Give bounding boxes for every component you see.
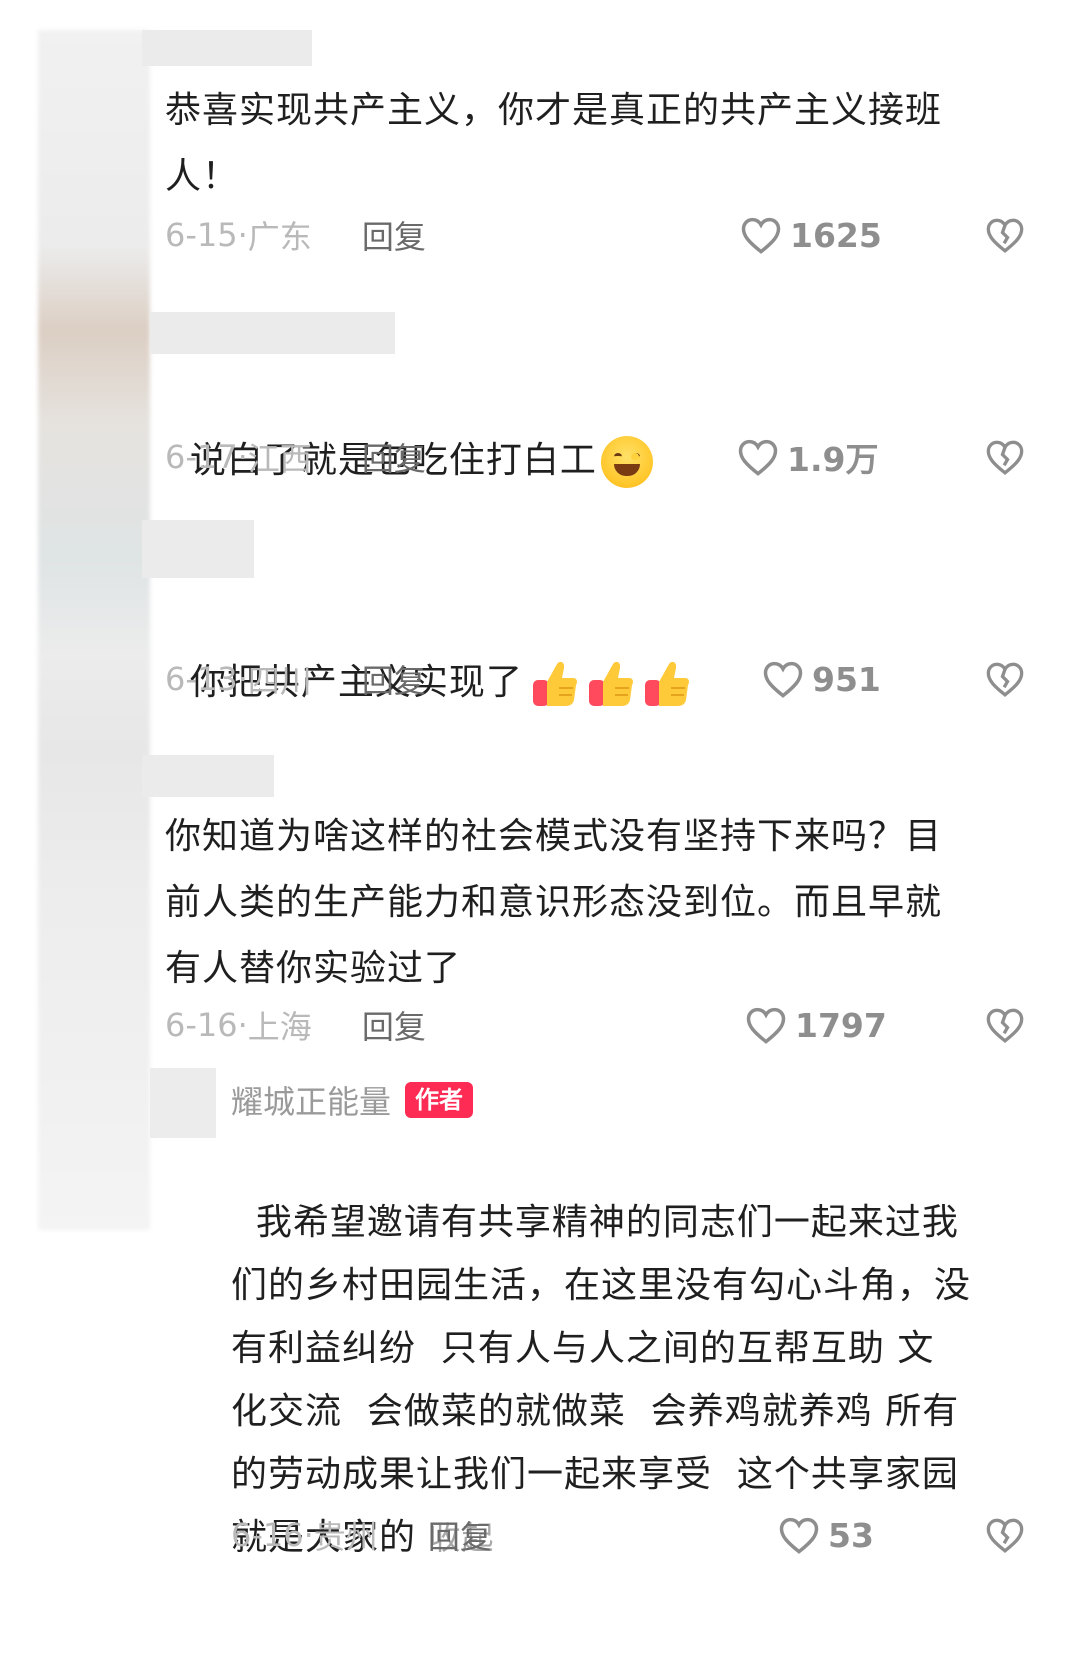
broken-heart-icon xyxy=(986,662,1024,697)
reply-button[interactable]: 回复 xyxy=(362,1002,426,1048)
reply-button[interactable]: 回复 xyxy=(428,1512,492,1558)
dislike-button[interactable] xyxy=(983,654,1027,704)
dot-separator: · xyxy=(237,216,248,254)
like-count: 1.9万 xyxy=(787,440,879,479)
dislike-button[interactable] xyxy=(983,432,1027,482)
comment-date: 6-13 xyxy=(165,660,238,698)
comment-meta: 6-15 · 广东 回复 xyxy=(165,210,426,260)
author-avatar[interactable] xyxy=(150,1068,216,1138)
comment-location: 江西 xyxy=(247,440,312,478)
comment-meta: 6-17 · 江西 回复 xyxy=(165,432,426,482)
commenter-name-blurred xyxy=(142,30,312,66)
heart-icon xyxy=(779,1517,819,1554)
commenter-name-blurred xyxy=(142,755,274,797)
thumbs-up-emoji xyxy=(585,658,635,710)
heart-icon xyxy=(738,439,778,476)
comment-meta: 6-16 · 上海 回复 xyxy=(165,1000,426,1050)
heart-icon xyxy=(741,217,781,254)
reply-button[interactable]: 回复 xyxy=(362,212,426,258)
like-button[interactable]: 951 xyxy=(762,654,881,704)
comment-location: 贵州 xyxy=(313,1518,378,1556)
like-count: 951 xyxy=(812,659,881,699)
author-reply-text: 我希望邀请有共享精神的同志们一起来过我们的乡村田园生活，在这里没有勾心斗角，没有… xyxy=(231,1128,971,1570)
comment-location: 广东 xyxy=(247,218,312,256)
heart-icon xyxy=(763,661,803,698)
dot-separator: · xyxy=(237,660,248,698)
comment-text: 恭喜实现共产主义，你才是真正的共产主义接班人！ xyxy=(165,90,943,197)
broken-heart-icon xyxy=(986,440,1024,475)
dot-separator: · xyxy=(237,438,248,476)
comment-location: 四川 xyxy=(247,662,312,700)
thumbs-up-emoji xyxy=(641,658,691,710)
like-button[interactable]: 1625 xyxy=(740,210,882,260)
author-name[interactable]: 耀城正能量 xyxy=(231,1077,391,1123)
broken-heart-icon xyxy=(986,1008,1024,1043)
comment-date: 6-16 xyxy=(165,1006,238,1044)
blurred-avatars xyxy=(38,30,150,1230)
like-count: 53 xyxy=(828,1515,874,1555)
like-button[interactable]: 1.9万 xyxy=(737,432,878,482)
author-name-row: 耀城正能量 作者 xyxy=(231,1077,474,1123)
dislike-button[interactable] xyxy=(983,1510,1027,1560)
comment-meta: 6-16 · 贵州 回复 xyxy=(231,1510,492,1560)
thumbs-up-emoji xyxy=(529,658,579,710)
dislike-button[interactable] xyxy=(983,1000,1027,1050)
reply-button[interactable]: 回复 xyxy=(362,656,426,702)
like-count: 1625 xyxy=(790,215,882,255)
broken-heart-icon xyxy=(986,1518,1024,1553)
grinning-sweat-emoji xyxy=(600,436,653,488)
comment-text: 你知道为啥这样的社会模式没有坚持下来吗？目前人类的生产能力和意识形态没到位。而且… xyxy=(165,816,943,989)
comment-date: 6-16 xyxy=(231,1516,304,1554)
dislike-button[interactable] xyxy=(983,210,1027,260)
commenter-name-blurred xyxy=(150,312,395,354)
reply-button[interactable]: 回复 xyxy=(362,434,426,480)
author-reply-content: 我希望邀请有共享精神的同志们一起来过我们的乡村田园生活，在这里没有勾心斗角，没有… xyxy=(231,1202,972,1558)
like-button[interactable]: 53 xyxy=(778,1510,874,1560)
comment-date: 6-15 xyxy=(165,216,238,254)
comment-date: 6-17 xyxy=(165,438,238,476)
like-count: 1797 xyxy=(795,1005,887,1045)
heart-icon xyxy=(746,1007,786,1044)
comment-location: 上海 xyxy=(247,1008,312,1046)
like-button[interactable]: 1797 xyxy=(745,1000,887,1050)
commenter-name-blurred xyxy=(142,520,254,578)
author-badge: 作者 xyxy=(405,1082,474,1118)
dot-separator: · xyxy=(303,1516,314,1554)
dot-separator: · xyxy=(237,1006,248,1044)
comment-meta: 6-13 · 四川 回复 xyxy=(165,654,426,704)
broken-heart-icon xyxy=(986,218,1024,253)
